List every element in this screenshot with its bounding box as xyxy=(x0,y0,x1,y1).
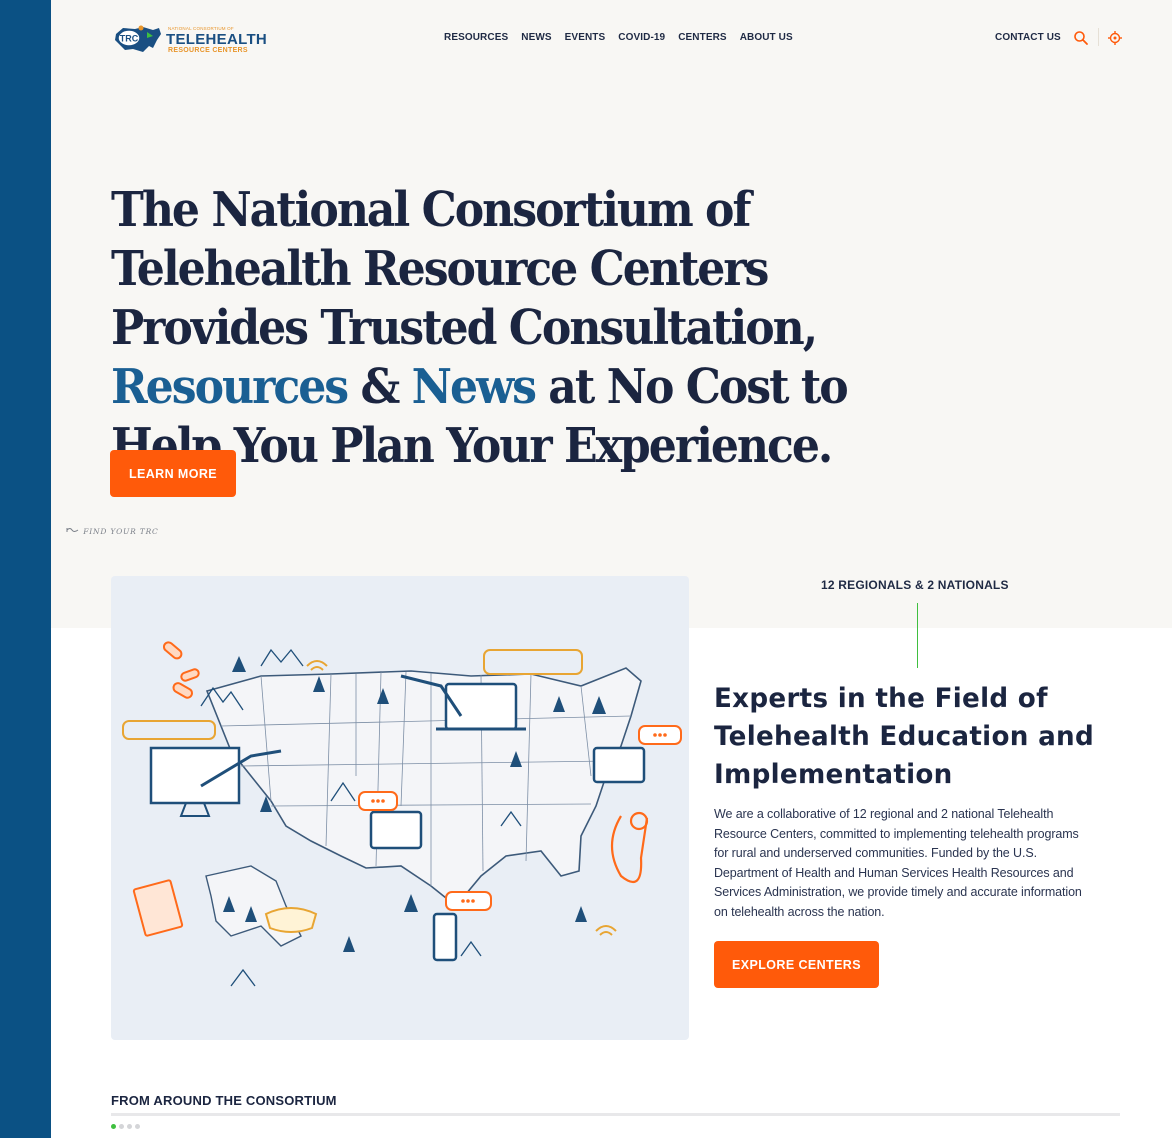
carousel-dot-2[interactable] xyxy=(119,1124,124,1129)
logo-badge-text: TRC xyxy=(120,34,139,44)
hero-title-part1: The National Consortium of Telehealth Re… xyxy=(111,182,818,356)
green-connector-line xyxy=(917,603,918,668)
logo-main-text: TELEHEALTH xyxy=(166,31,268,48)
carousel-dot-4[interactable] xyxy=(135,1124,140,1129)
nav-centers[interactable]: CENTERS xyxy=(678,32,726,43)
telehealth-map-icon xyxy=(122,641,682,987)
learn-more-button[interactable]: LEARN MORE xyxy=(110,450,236,497)
hero-title-news: News xyxy=(411,359,537,415)
contact-us-link[interactable]: CONTACT US xyxy=(995,32,1061,43)
hero-title-amp: & xyxy=(347,359,412,415)
hero-title-resources: Resources xyxy=(111,359,349,415)
nav-news[interactable]: NEWS xyxy=(521,32,551,43)
logo-sub-text: RESOURCE CENTERS xyxy=(168,47,248,54)
locate-target-icon[interactable] xyxy=(1107,30,1123,46)
us-map-illustration xyxy=(111,576,689,1040)
carousel-dots xyxy=(111,1124,140,1129)
find-your-trc-label: FIND YOUR TRC xyxy=(83,527,159,536)
regionals-count-label: 12 REGIONALS & 2 NATIONALS xyxy=(821,578,1009,592)
site-logo[interactable]: TRC NATIONAL CONSORTIUM OF TELEHEALTH RE… xyxy=(111,16,267,60)
header-divider xyxy=(1098,28,1099,46)
nav-events[interactable]: EVENTS xyxy=(565,32,606,43)
carousel-dot-3[interactable] xyxy=(127,1124,132,1129)
search-icon[interactable] xyxy=(1073,30,1089,46)
carousel-dot-1[interactable] xyxy=(111,1124,116,1129)
nav-about-us[interactable]: ABOUT US xyxy=(740,32,793,43)
main-nav: RESOURCES NEWS EVENTS COVID-19 CENTERS A… xyxy=(444,32,793,43)
nav-resources[interactable]: RESOURCES xyxy=(444,32,508,43)
left-accent-bar xyxy=(0,0,51,1138)
experts-description: We are a collaborative of 12 regional an… xyxy=(714,807,1082,919)
hand-drawn-arrow-icon xyxy=(66,528,79,532)
consortium-section-title: FROM AROUND THE CONSORTIUM xyxy=(111,1093,337,1108)
explore-centers-button[interactable]: EXPLORE CENTERS xyxy=(714,941,879,988)
find-your-trc-link[interactable]: FIND YOUR TRC xyxy=(66,526,159,536)
consortium-divider xyxy=(111,1113,1120,1116)
trc-map-logo-icon: TRC xyxy=(115,25,161,52)
hero-title: The National Consortium of Telehealth Re… xyxy=(111,181,939,476)
nav-covid-19[interactable]: COVID-19 xyxy=(618,32,665,43)
experts-heading: Experts in the Field of Telehealth Educa… xyxy=(714,683,1095,790)
